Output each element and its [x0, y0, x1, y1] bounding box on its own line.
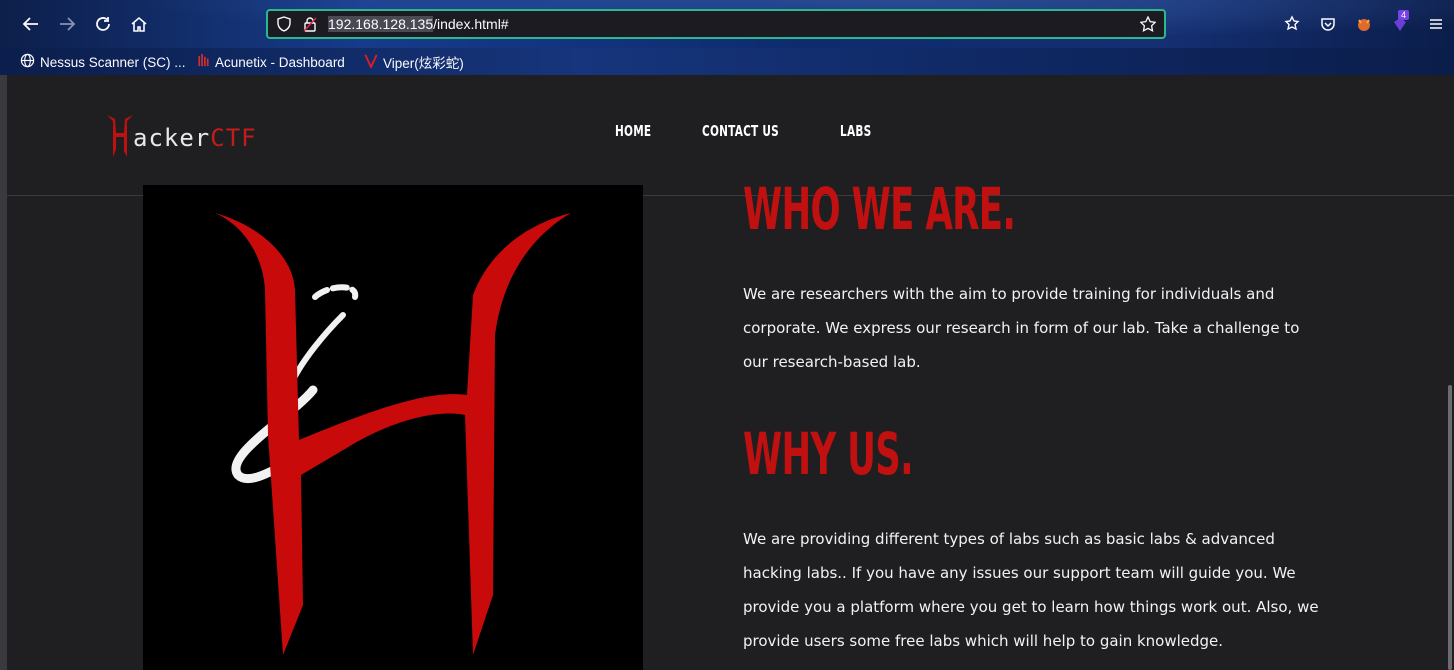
- hamburger-menu-icon[interactable]: [1424, 12, 1448, 36]
- home-icon[interactable]: [127, 12, 151, 36]
- globe-icon: [20, 53, 35, 71]
- logo-word: acker: [133, 124, 211, 152]
- bookmark-nessus[interactable]: Nessus Scanner (SC) ...: [20, 53, 186, 71]
- back-arrow-icon[interactable]: [19, 12, 43, 36]
- viper-icon: [364, 53, 378, 71]
- bookmark-label: Acunetix - Dashboard: [215, 54, 345, 70]
- nav-labs[interactable]: LABS: [840, 122, 871, 140]
- url-host: 192.168.128.135: [328, 16, 434, 32]
- reload-icon[interactable]: [91, 12, 115, 36]
- why-us-title: WHY US.: [743, 420, 914, 488]
- nav-home[interactable]: HOME: [615, 122, 651, 140]
- bookmark-label: Viper(炫彩蛇): [383, 56, 464, 71]
- bookmark-label: Nessus Scanner (SC) ...: [40, 54, 186, 70]
- hacker-h-logo-image: [143, 185, 643, 670]
- page-scrollbar[interactable]: [1448, 385, 1452, 670]
- site-logo[interactable]: ackerCTF: [105, 109, 257, 159]
- bookmarks-bar: Nessus Scanner (SC) ... Acunetix - Dashb…: [0, 48, 1454, 75]
- who-we-are-text: We are researchers with the aim to provi…: [743, 285, 1300, 371]
- browser-toolbar: 192.168.128.135/index.html# 4: [0, 0, 1454, 48]
- nav-contact-us[interactable]: CONTACT US: [702, 122, 779, 140]
- logo-h-icon: [107, 115, 133, 157]
- main-nav: HOME CONTACT US LABS: [615, 122, 881, 140]
- url-path: /index.html#: [433, 16, 509, 32]
- logo-text: ackerCTF: [133, 124, 257, 152]
- why-us-text: We are providing different types of labs…: [743, 530, 1319, 650]
- bookmark-acunetix[interactable]: Acunetix - Dashboard: [196, 53, 345, 71]
- site-header: ackerCTF HOME CONTACT US LABS: [7, 75, 1454, 196]
- window-edge: [0, 75, 7, 670]
- url-bar[interactable]: 192.168.128.135/index.html#: [266, 9, 1166, 39]
- lock-insecure-icon[interactable]: [302, 16, 318, 36]
- logo-ctf: CTF: [210, 124, 257, 152]
- extensions-icon[interactable]: [1280, 12, 1304, 36]
- shield-icon[interactable]: [276, 16, 292, 36]
- foxyproxy-icon[interactable]: [1352, 12, 1376, 36]
- web-page: ackerCTF HOME CONTACT US LABS WHO WE ARE…: [7, 75, 1454, 670]
- url-text[interactable]: 192.168.128.135/index.html#: [328, 16, 509, 32]
- acunetix-icon: [196, 53, 210, 71]
- pocket-icon[interactable]: [1316, 12, 1340, 36]
- extension-badge: 4: [1398, 10, 1410, 20]
- bookmark-viper[interactable]: Viper(炫彩蛇): [364, 53, 464, 71]
- who-we-are-title: WHO WE ARE.: [743, 175, 1016, 243]
- bookmark-star-icon[interactable]: [1139, 15, 1157, 36]
- forward-arrow-icon[interactable]: [55, 12, 79, 36]
